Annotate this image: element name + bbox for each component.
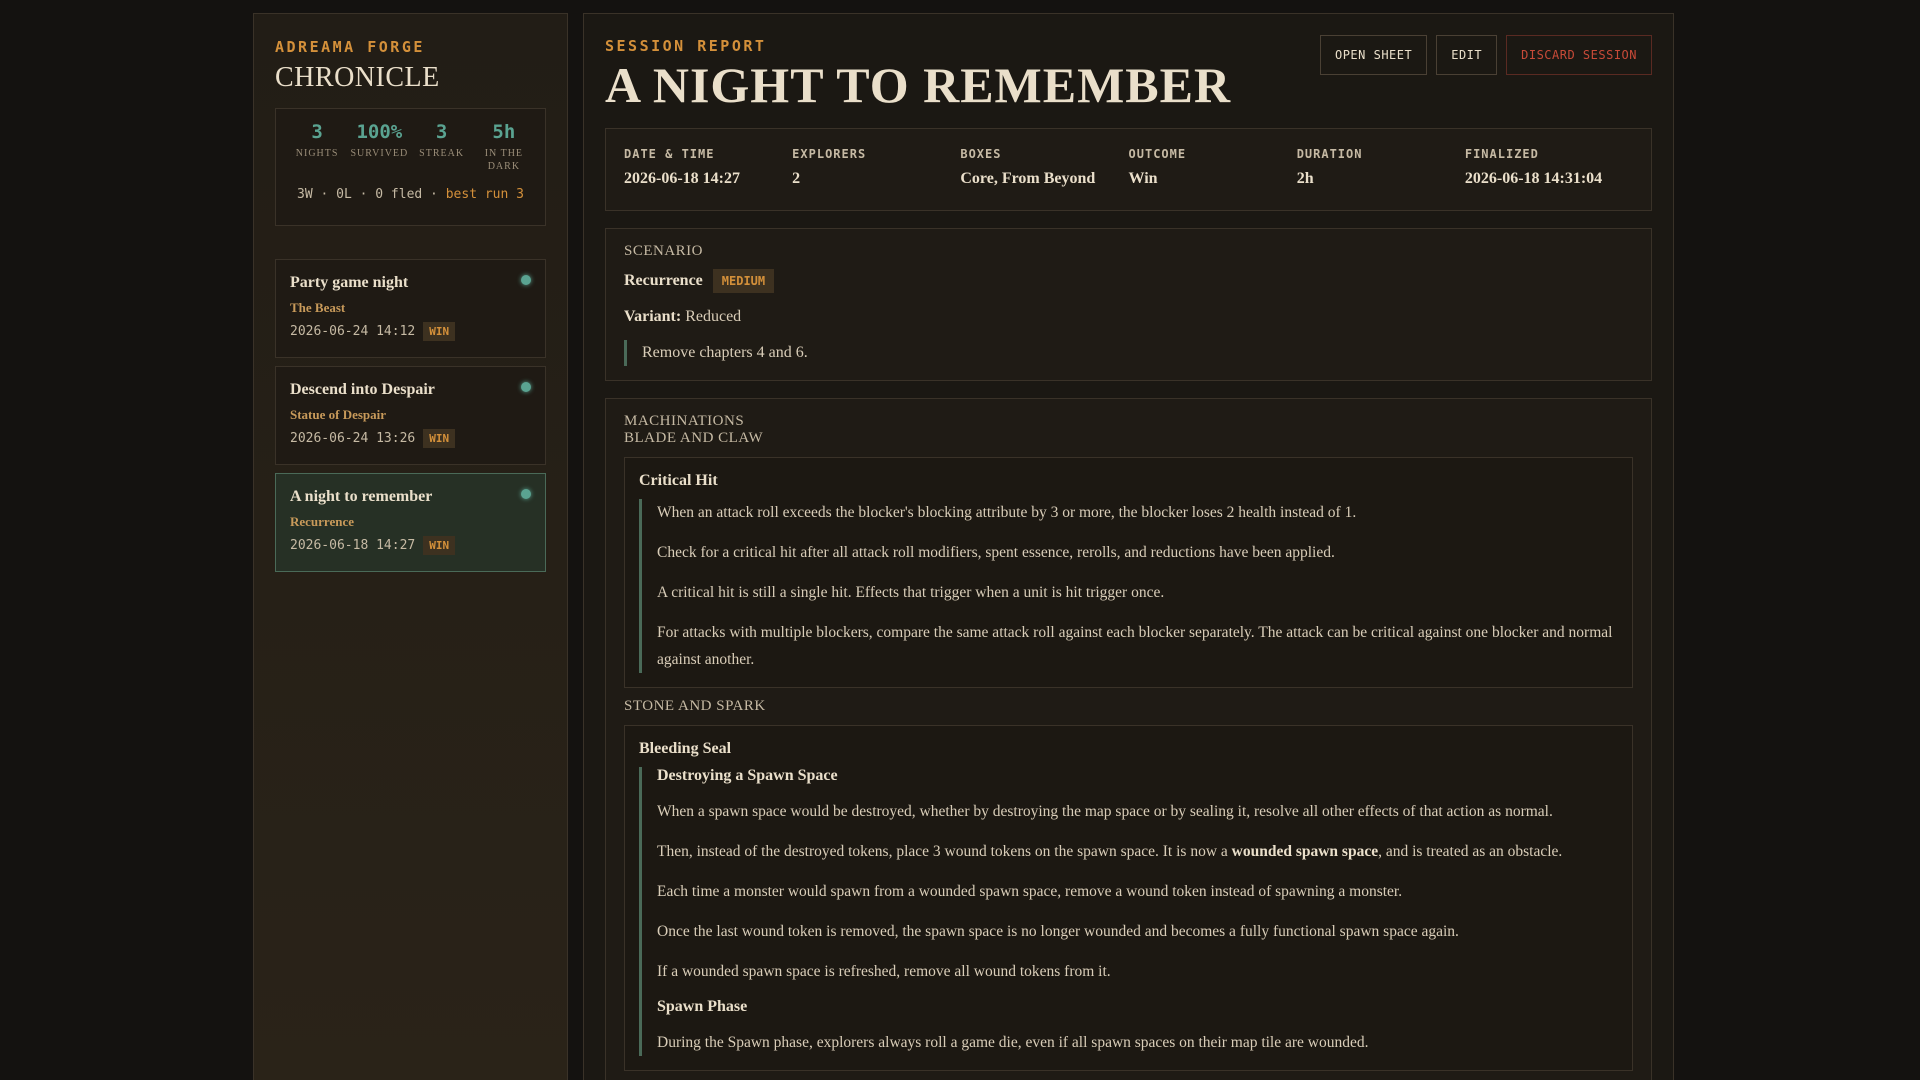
rule-subheading: Spawn Phase (657, 998, 748, 1015)
group-heading: Stone and Spark (624, 698, 766, 714)
session-scenario: Statue of Despair (290, 407, 387, 422)
toolbar: OPEN SHEET EDIT DISCARD SESSION (1319, 35, 1652, 75)
session-item[interactable]: Party game night The Beast 2026-06-24 14… (275, 259, 546, 358)
meta-date-time: DATE & TIME 2026-06-18 14:27 (624, 147, 740, 187)
meta-duration: DURATION 2h (1296, 147, 1363, 187)
stat-in-the-dark: 5h IN THE DARK (484, 121, 524, 172)
session-title: Party game night (290, 274, 409, 291)
session-list: Party game night The Beast 2026-06-24 14… (275, 259, 546, 572)
rule-body: When an attack roll exceeds the blocker'… (639, 499, 1618, 673)
difficulty-badge: MEDIUM (712, 269, 775, 293)
rule-card-critical-hit: Critical Hit When an attack roll exceeds… (624, 457, 1633, 688)
scenario-note: Remove chapters 4 and 6. (624, 340, 1633, 366)
meta-finalized: FINALIZED 2026-06-18 14:31:04 (1464, 147, 1603, 187)
status-dot-icon (521, 489, 531, 499)
rule-card-bleeding-seal: Bleeding Seal Destroying a Spawn Space W… (624, 725, 1633, 1071)
scenario-section: Scenario Recurrence MEDIUM Variant: Redu… (605, 228, 1652, 381)
stat-nights: 3 NIGHTS (295, 121, 339, 159)
sidebar: ADREAMA FORGE CHRONICLE 3 NIGHTS 100% SU… (253, 13, 568, 1080)
meta-explorers: EXPLORERS 2 (792, 147, 867, 187)
edit-button[interactable]: EDIT (1436, 35, 1498, 75)
session-date: 2026-06-24 13:26 (290, 431, 416, 446)
session-item[interactable]: Descend into Despair Statue of Despair 2… (275, 366, 546, 465)
brand-kicker: ADREAMA FORGE (275, 38, 425, 56)
stats-summary: 3W · 0L · 0 fled · best run 3 (297, 187, 524, 202)
best-run: best run 3 (445, 187, 524, 202)
group-heading: Blade and Claw (624, 430, 764, 446)
scenario-name: Recurrence (624, 272, 703, 289)
rule-body: Destroying a Spawn Space When a spawn sp… (639, 767, 1618, 1056)
stat-streak: 3 STREAK (419, 121, 465, 159)
machinations-heading: Machinations (624, 413, 745, 429)
open-sheet-button[interactable]: OPEN SHEET (1319, 35, 1428, 75)
session-date: 2026-06-18 14:27 (290, 538, 416, 553)
result-badge: WIN (423, 429, 456, 448)
session-item-active[interactable]: A night to remember Recurrence 2026-06-1… (275, 473, 546, 572)
rule-title: Critical Hit (639, 472, 718, 489)
meta-outcome: OUTCOME Win (1128, 147, 1187, 187)
scenario-heading: Scenario (624, 243, 704, 259)
session-meta: DATE & TIME 2026-06-18 14:27 EXPLORERS 2… (605, 128, 1652, 211)
status-dot-icon (521, 275, 531, 285)
stat-survived: 100% SURVIVED (350, 121, 409, 159)
session-title: Descend into Despair (290, 381, 435, 398)
rule-title: Bleeding Seal (639, 740, 732, 757)
machinations-section: Machinations Blade and Claw Critical Hit… (605, 398, 1652, 1080)
result-badge: WIN (423, 322, 456, 341)
meta-boxes: BOXES Core, From Beyond (960, 147, 1096, 187)
scenario-variant: Variant: Reduced (624, 308, 742, 325)
session-scenario: Recurrence (290, 514, 355, 529)
brand-title: CHRONICLE (275, 62, 440, 93)
status-dot-icon (521, 382, 531, 392)
result-badge: WIN (423, 536, 456, 555)
session-date: 2026-06-24 14:12 (290, 324, 416, 339)
session-report: SESSION REPORT A night to remember OPEN … (583, 13, 1674, 1080)
session-scenario: The Beast (290, 300, 346, 315)
rule-subheading: Destroying a Spawn Space (657, 767, 838, 784)
discard-session-button[interactable]: DISCARD SESSION (1506, 35, 1652, 75)
session-title: A night to remember (290, 488, 433, 505)
stats-panel: 3 NIGHTS 100% SURVIVED 3 STREAK 5h IN TH… (275, 108, 546, 226)
